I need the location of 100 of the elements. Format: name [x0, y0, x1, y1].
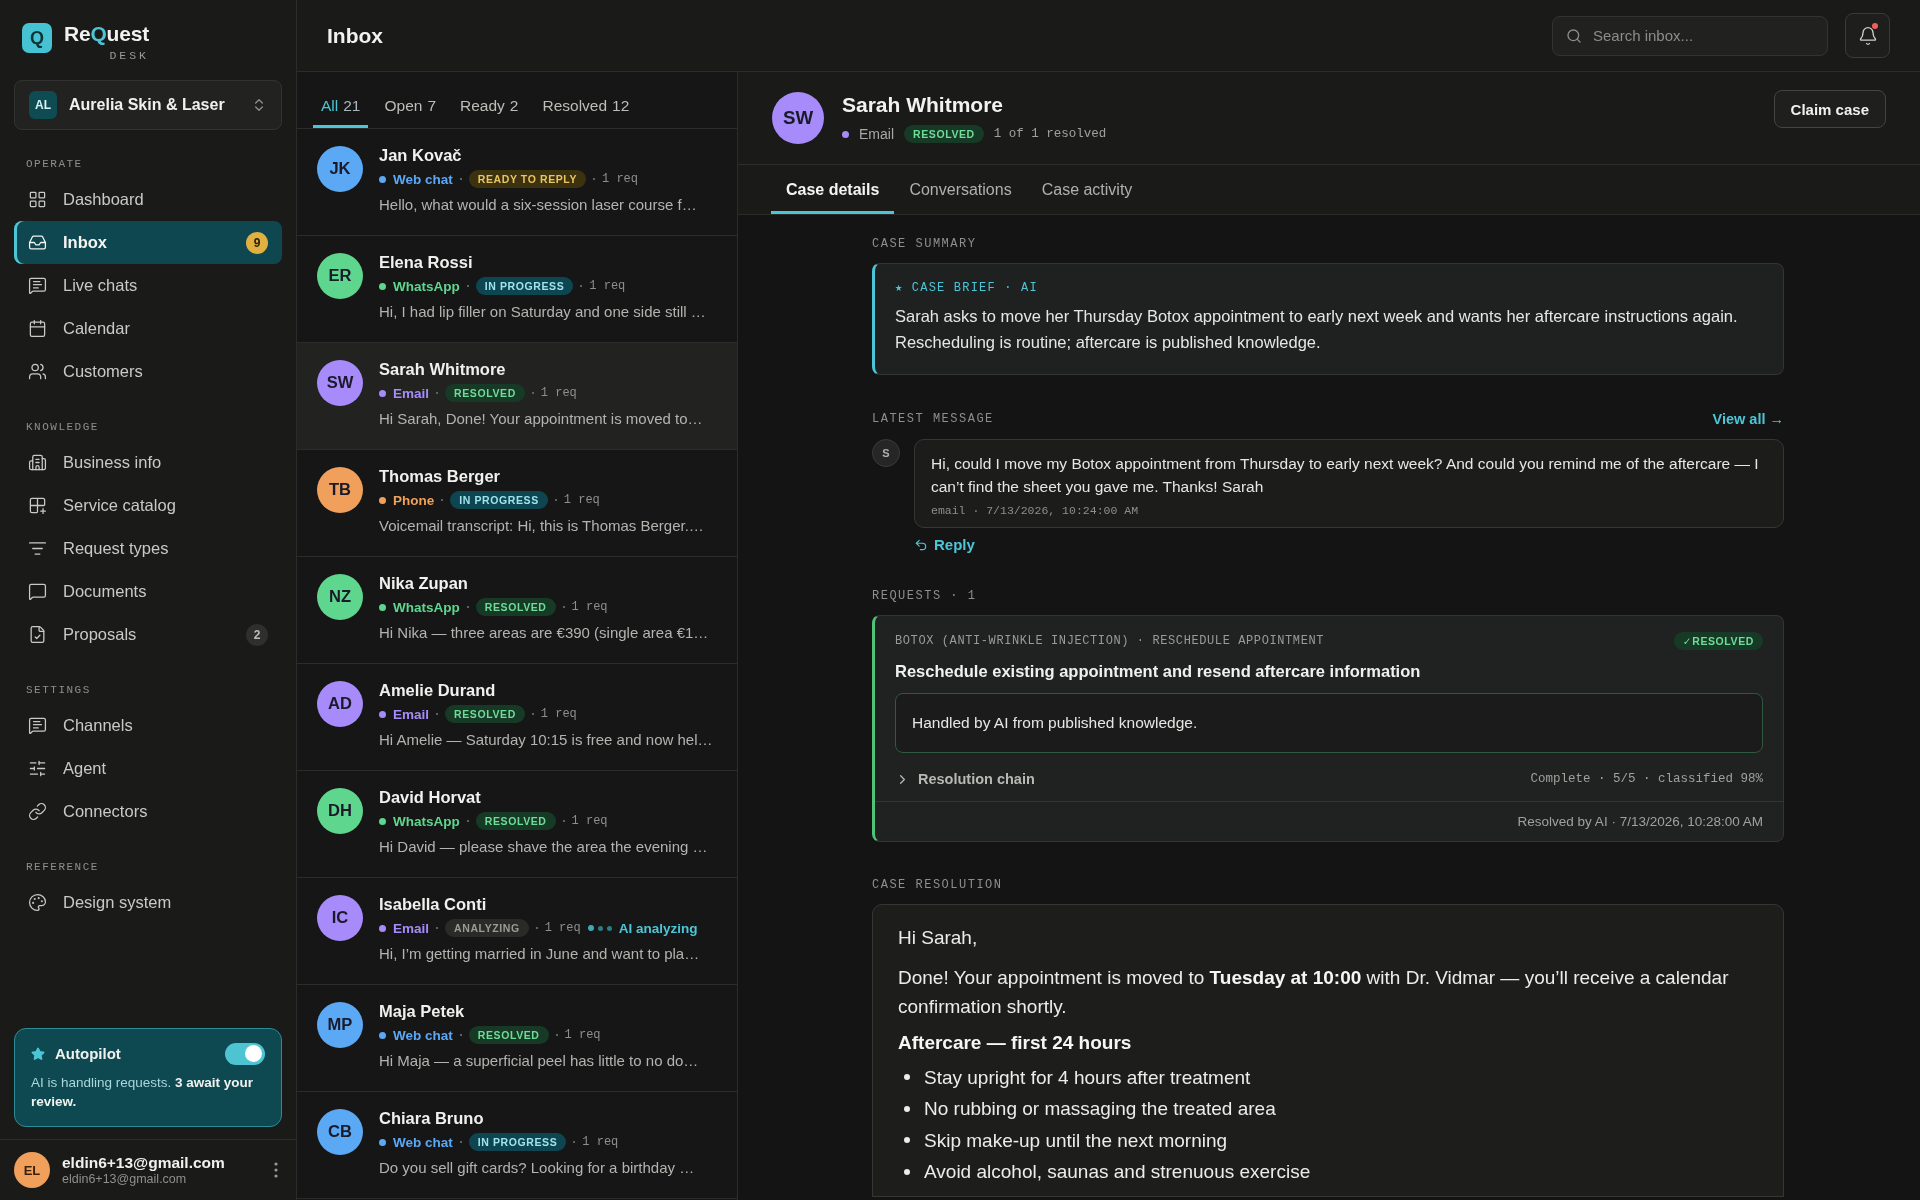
conversation-item[interactable]: SW Sarah Whitmore Email RESOLVED 1 req Hi Sarah, Done! Your appointment is moved to… [297, 343, 737, 450]
request-count: 1 req [589, 279, 626, 293]
users-icon [28, 362, 47, 381]
resolution-chain-toggle[interactable]: Resolution chain [895, 771, 1035, 788]
status-badge: RESOLVED [475, 812, 556, 830]
channel-label: Phone [393, 492, 435, 508]
search-field[interactable]: Search inbox... [1552, 15, 1828, 56]
resolution-note: Handled by AI from published knowledge. [895, 693, 1763, 754]
filter-tab[interactable]: Open 7 [376, 72, 445, 128]
status-badge: READY TO REPLY [468, 170, 586, 188]
section-heading: CASE SUMMARY [872, 237, 978, 251]
nav-item[interactable]: Service catalog [14, 484, 282, 527]
message-preview: Hi David — please shave the area the evening … [379, 838, 708, 855]
case-tab[interactable]: Case details [771, 165, 895, 214]
nav-item[interactable]: Calendar [14, 307, 282, 350]
summary-text: Sarah asks to move her Thursday Botox appointment to early next week and wants her aftercare instructions again. Rescheduling is routine; aftercare is published knowledge. [895, 306, 1739, 354]
nav-item[interactable]: Dashboard [14, 178, 282, 221]
channel-label: WhatsApp [393, 813, 460, 829]
nav-item[interactable]: Agent [14, 747, 282, 790]
nav-item[interactable]: Proposals 2 [14, 613, 282, 656]
contact-name: Isabella Conti [379, 895, 488, 914]
avatar: TB [317, 467, 363, 513]
notifications-button[interactable] [1845, 13, 1890, 58]
status-badge: ✓RESOLVED [1673, 632, 1763, 651]
page-title: Inbox [327, 23, 383, 48]
avatar: SW [772, 92, 824, 144]
palette-icon [28, 893, 47, 912]
bullet-icon [904, 1137, 910, 1144]
channel-label: Email [393, 920, 430, 936]
message-preview: Hi, I’m getting married in June and want to pla… [379, 945, 700, 962]
nav-item[interactable]: Documents [14, 570, 282, 613]
request-count: 1 req [540, 386, 577, 400]
ai-status: AI analyzing [618, 920, 698, 936]
reply-icon [914, 537, 928, 552]
inbox-icon [28, 233, 47, 252]
aftercare-item: Stay upright for 4 hours after treatment [924, 1065, 1251, 1090]
workspace-switcher[interactable]: AL Aurelia Skin & Laser [14, 80, 282, 130]
avatar: CB [317, 1109, 363, 1155]
autopilot-toggle[interactable] [225, 1042, 265, 1065]
reply-link[interactable]: Reply [914, 536, 975, 554]
avatar: MP [317, 1002, 363, 1048]
avatar: IC [317, 895, 363, 941]
case-tab[interactable]: Case activity [1026, 165, 1148, 214]
chat-bubble-icon [28, 276, 47, 295]
channel-label: Web chat [393, 171, 453, 187]
bullet-icon [904, 1169, 910, 1175]
section-heading: REQUESTS · 1 [872, 589, 977, 604]
avatar: SW [317, 360, 363, 406]
nav-item[interactable]: Live chats [14, 264, 282, 307]
logo-icon: Q [22, 23, 52, 53]
nav-item[interactable]: Request types [14, 527, 282, 570]
message-preview: Hi Amelie — Saturday 10:15 is free and now hel… [379, 731, 713, 748]
message-preview: Hello, what would a six-session laser course f… [379, 196, 697, 213]
contact-name: Jan Kovač [379, 146, 463, 165]
nav-item[interactable]: Customers [14, 350, 282, 393]
nav-item[interactable]: Inbox 9 [14, 221, 282, 264]
typing-dots-icon [587, 925, 612, 931]
nav-item[interactable]: Channels [14, 704, 282, 747]
grid-plus-icon [28, 496, 47, 515]
user-avatar: EL [14, 1152, 50, 1188]
user-email: eldin6+13@gmail.com [62, 1172, 188, 1186]
filter-tab[interactable]: Resolved 12 [534, 72, 638, 128]
message-preview: Do you sell gift cards? Looking for a birthday … [379, 1159, 695, 1176]
nav-item[interactable]: Design system [14, 881, 282, 924]
request-count: 1 req [564, 1028, 601, 1042]
contact-name: Elena Rossi [379, 253, 474, 272]
count-badge: 2 [246, 623, 268, 646]
contact-name: Amelie Durand [379, 681, 497, 700]
view-all-link[interactable]: View all → [1712, 410, 1784, 427]
contact-name: Maja Petek [379, 1002, 466, 1021]
link-icon [28, 802, 47, 821]
channel-label: WhatsApp [393, 278, 460, 294]
section-heading: LATEST MESSAGE [872, 411, 994, 426]
avatar: AD [317, 681, 363, 727]
bullet-icon [904, 1074, 910, 1081]
avatar: ER [317, 253, 363, 299]
contact-name: Nika Zupan [379, 574, 469, 593]
claim-case-button[interactable]: Claim case [1773, 90, 1886, 128]
case-tab[interactable]: Conversations [894, 165, 1027, 214]
grid-icon [28, 190, 47, 209]
nav-section-title: REFERENCE [25, 860, 100, 875]
request-category: BOTOX (ANTI-WRINKLE INJECTION) · RESCHEDULE APPOINTMENT [895, 634, 1325, 649]
brand-name: ReQuest [64, 22, 149, 46]
message-text: Hi, could I move my Botox appointment from Thursday to early next week? And could you remind me of the aftercare — I can’t find the sheet you gave me. Thanks! Sarah [931, 453, 1760, 498]
summary-label: ★ CASE BRIEF · AI [895, 280, 1039, 295]
nav-item[interactable]: Business info [14, 441, 282, 484]
nav-item[interactable]: Connectors [14, 790, 282, 833]
speech-bubble-icon [28, 582, 47, 601]
resolution-paragraph: Done! Your appointment is moved to Tuesday at 10:00 with Dr. Vidmar — you’ll receive a calendar confirmation shortly. [898, 965, 1730, 1020]
document-check-icon [28, 625, 47, 644]
section-heading: CASE RESOLUTION [872, 878, 1003, 893]
filter-tab[interactable]: Ready 2 [452, 72, 527, 128]
channel-label: Web chat [393, 1134, 453, 1150]
aftercare-item: Skip make-up until the next morning [924, 1128, 1228, 1153]
message-preview: Voicemail transcript: Hi, this is Thomas Berger.… [379, 517, 704, 534]
filter-tab[interactable]: All 21 [313, 72, 369, 128]
status-badge: IN PROGRESS [475, 277, 574, 295]
bell-icon [1857, 25, 1878, 46]
contact-name: Sarah Whitmore [379, 360, 507, 379]
nav-section-title: KNOWLEDGE [25, 420, 100, 435]
